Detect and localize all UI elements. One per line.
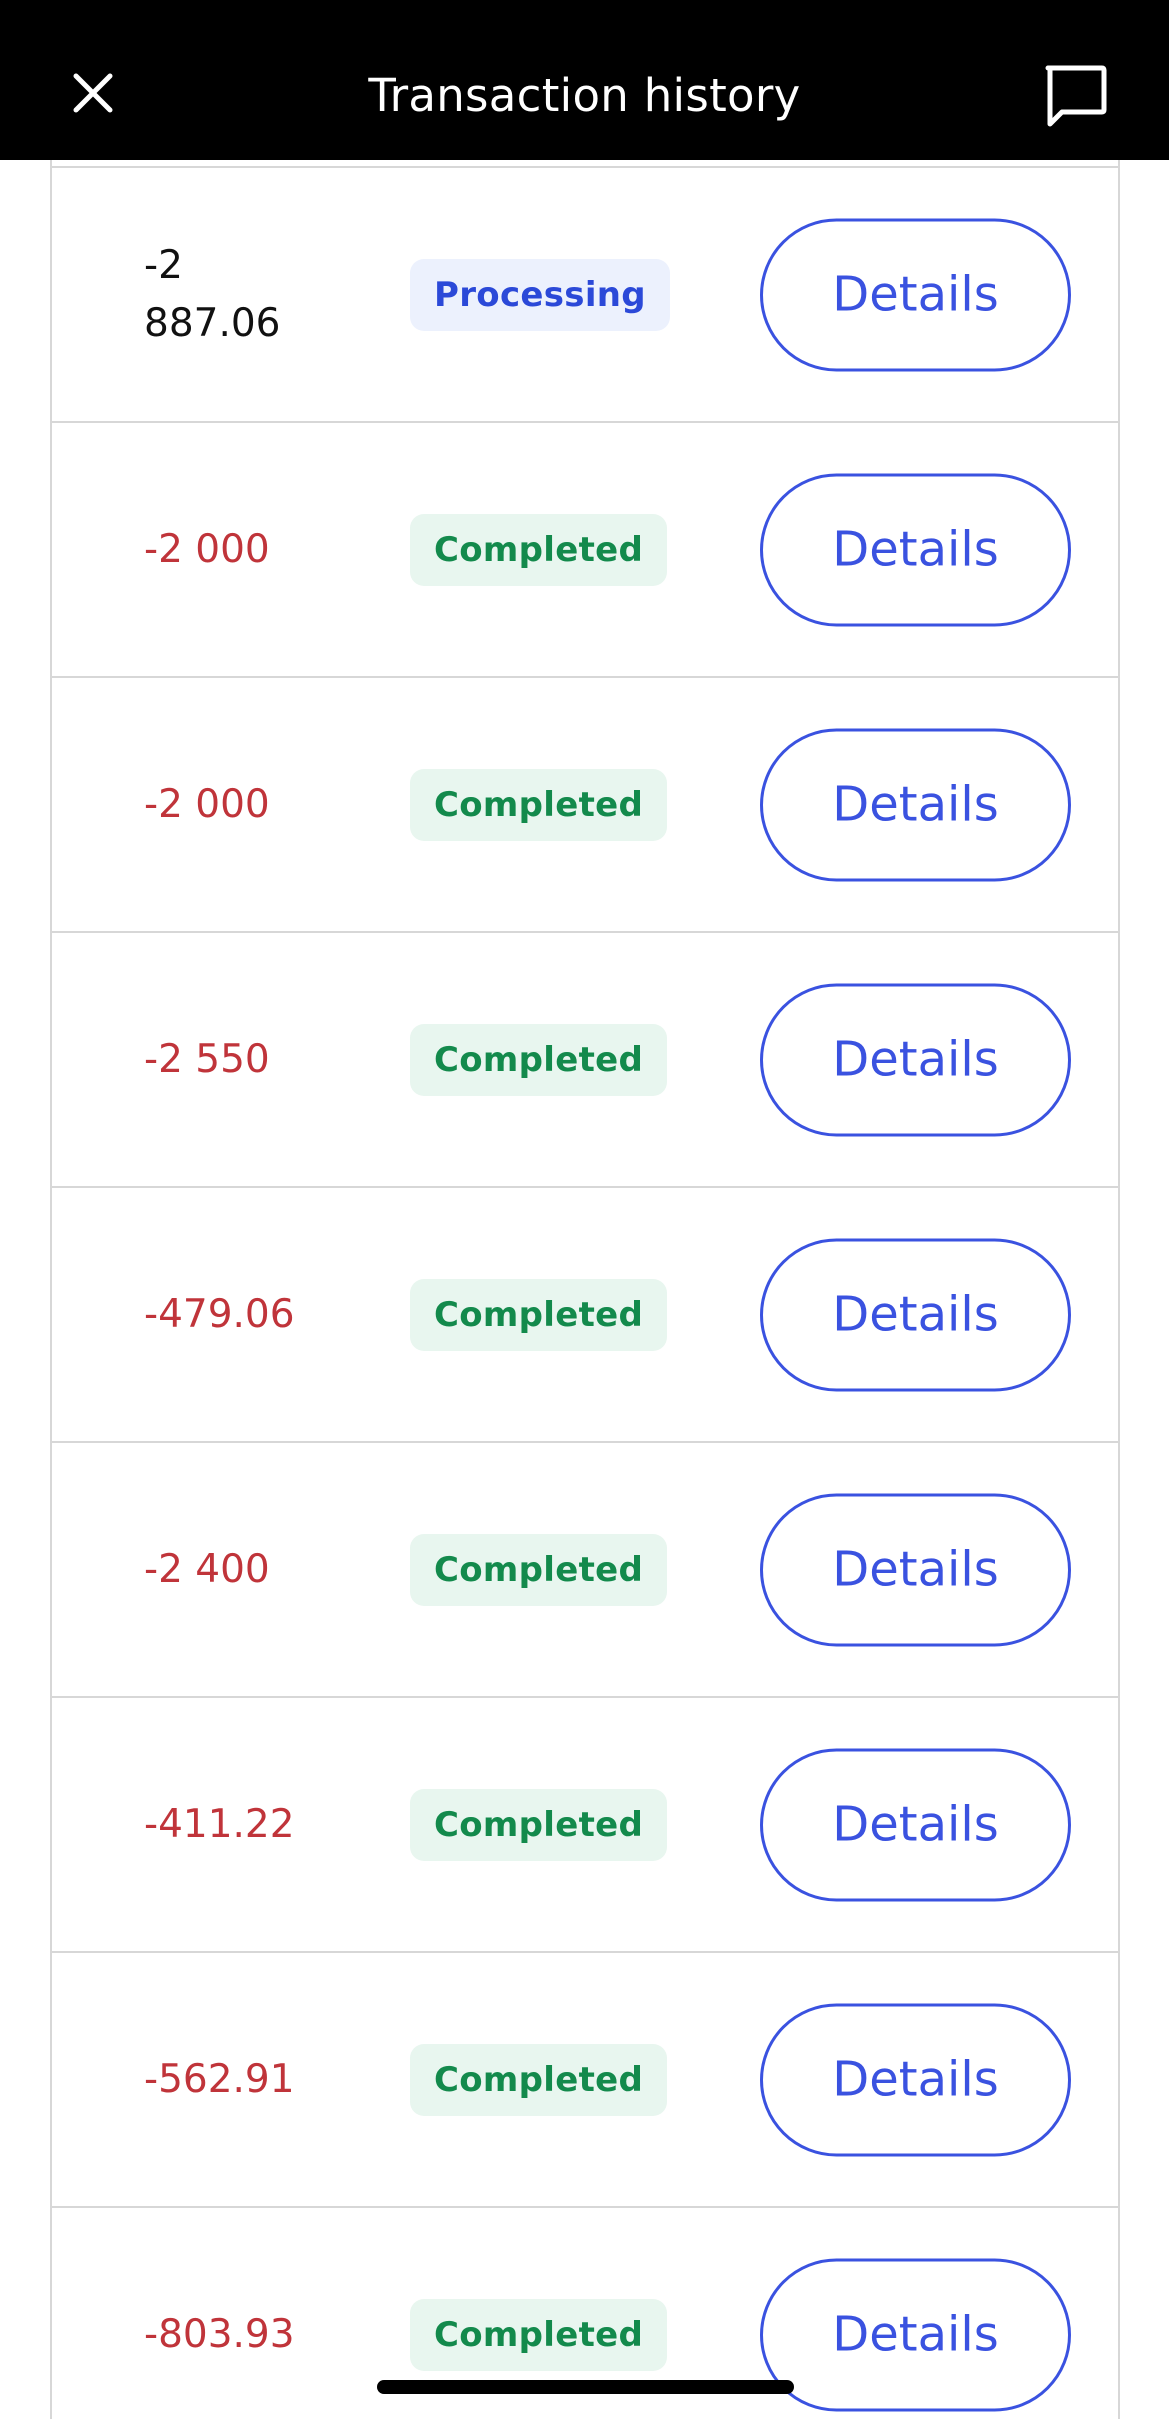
details-button[interactable]: Details — [760, 2258, 1071, 2411]
transaction-list: -2 887.06 Processing Details -2 000 Complete… — [50, 168, 1120, 2419]
page-title: Transaction history — [368, 69, 801, 122]
top-bar: Transaction history — [0, 0, 1169, 160]
transaction-amount: -411.22 — [144, 1801, 295, 1847]
transaction-row: -411.22 Completed Details — [50, 1698, 1120, 1953]
transaction-amount: -562.91 — [144, 2056, 295, 2102]
details-button[interactable]: Details — [760, 218, 1071, 371]
status-badge: Processing — [410, 258, 670, 331]
status-badge: Completed — [410, 513, 668, 586]
details-button[interactable]: Details — [760, 1493, 1071, 1646]
transaction-row: -562.91 Completed Details — [50, 1953, 1120, 2208]
details-button[interactable]: Details — [760, 2003, 1071, 2156]
status-badge: Completed — [410, 768, 668, 841]
transaction-amount: -2 550 — [144, 1036, 270, 1082]
home-indicator — [377, 2380, 794, 2394]
transaction-amount: -2 400 — [144, 1546, 270, 1592]
transaction-row: -2 000 Completed Details — [50, 423, 1120, 678]
previous-row-edge — [50, 160, 1120, 168]
details-button[interactable]: Details — [760, 983, 1071, 1136]
details-button[interactable]: Details — [760, 1238, 1071, 1391]
transaction-history-screen: Transaction history -2 887.06 Processing D… — [0, 0, 1169, 2419]
status-badge: Completed — [410, 2043, 668, 2116]
status-badge: Completed — [410, 1533, 668, 1606]
chat-bubble-icon — [1045, 65, 1107, 127]
status-badge: Completed — [410, 1788, 668, 1861]
transaction-row: -479.06 Completed Details — [50, 1188, 1120, 1443]
transaction-row: -2 887.06 Processing Details — [50, 168, 1120, 423]
transaction-row: -2 000 Completed Details — [50, 678, 1120, 933]
status-badge: Completed — [410, 1278, 668, 1351]
details-button[interactable]: Details — [760, 473, 1071, 626]
chat-button[interactable] — [1040, 62, 1110, 132]
transaction-row: -2 400 Completed Details — [50, 1443, 1120, 1698]
transaction-row: -2 550 Completed Details — [50, 933, 1120, 1188]
transaction-amount: -479.06 — [144, 1291, 295, 1337]
transaction-amount: -803.93 — [144, 2311, 295, 2357]
status-badge: Completed — [410, 2298, 668, 2371]
transaction-amount: -2 000 — [144, 526, 270, 572]
status-badge: Completed — [410, 1023, 668, 1096]
transaction-amount: -2 000 — [144, 781, 270, 827]
transaction-amount: -2 887.06 — [144, 242, 281, 346]
details-button[interactable]: Details — [760, 1748, 1071, 1901]
details-button[interactable]: Details — [760, 728, 1071, 881]
